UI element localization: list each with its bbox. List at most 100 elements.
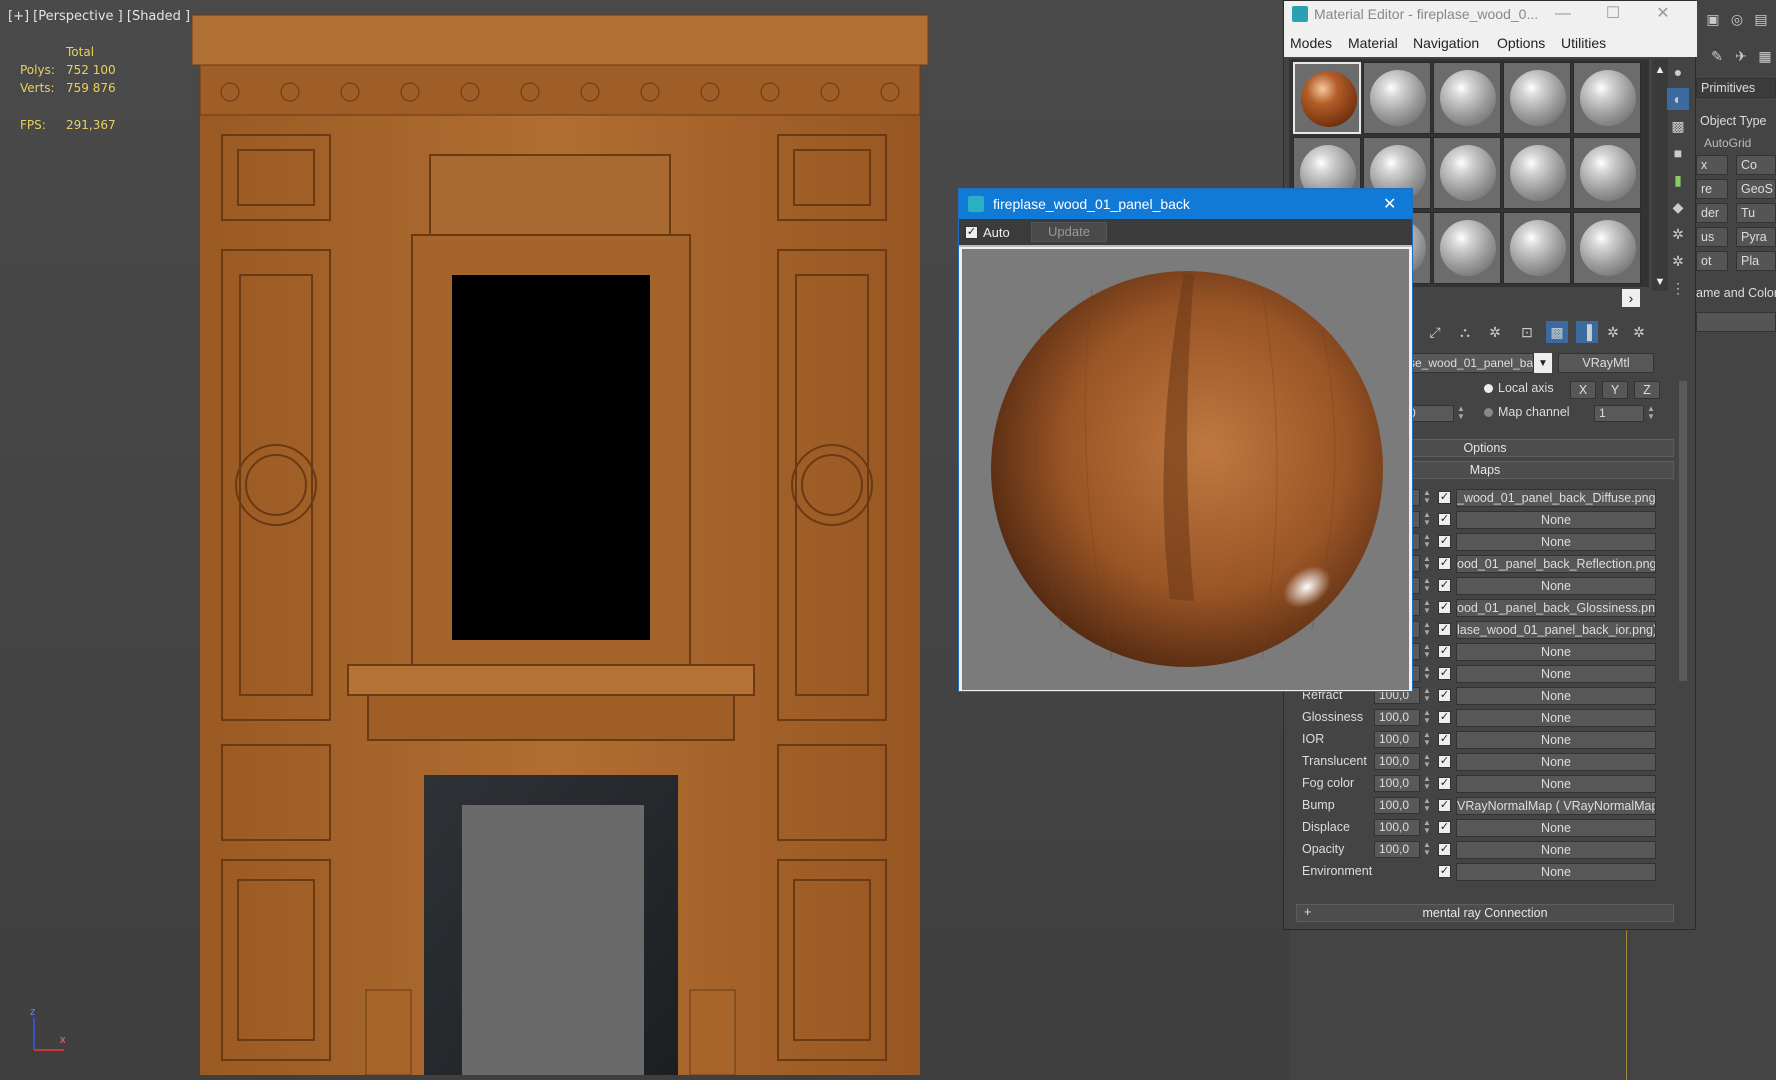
lights-icon[interactable]: ✎	[1706, 45, 1728, 67]
helpers-icon[interactable]: ▦	[1754, 45, 1776, 67]
sample-slot-2[interactable]	[1363, 62, 1431, 134]
menu-navigation[interactable]: Navigation	[1413, 35, 1479, 51]
sample-slot-15[interactable]	[1573, 212, 1641, 284]
map-channel-field[interactable]: 1	[1594, 405, 1644, 422]
cp-button-geosphere[interactable]: GeoS	[1736, 179, 1776, 199]
map-enable-checkbox[interactable]: ✓	[1438, 579, 1451, 592]
create-tab-icon[interactable]: ▣	[1702, 8, 1724, 30]
map-slot-button[interactable]: None	[1456, 665, 1656, 683]
select-by-material-icon[interactable]: ✲	[1667, 250, 1689, 272]
object-type-rollout[interactable]: Object Type	[1700, 114, 1766, 128]
map-enable-checkbox[interactable]: ✓	[1438, 601, 1451, 614]
rollout-expand-icon[interactable]: +	[1304, 905, 1311, 919]
get-material-icon[interactable]: ⤢	[1424, 321, 1446, 343]
map-enable-checkbox[interactable]: ✓	[1438, 821, 1451, 834]
map-amount-spinner[interactable]: ▲ ▼	[1422, 665, 1432, 682]
map-amount-field[interactable]: 100,0	[1374, 753, 1420, 770]
map-slot-button[interactable]: _wood_01_panel_back_Diffuse.png)	[1456, 489, 1656, 507]
material-map-navigator-icon[interactable]: ⋮	[1667, 277, 1689, 299]
modify-tab-icon[interactable]: ◎	[1726, 8, 1748, 30]
cameras-icon[interactable]: ✈	[1730, 45, 1752, 67]
cp-button-plane[interactable]: Pla	[1736, 251, 1776, 271]
map-slot-button[interactable]: ood_01_panel_back_Reflection.png)	[1456, 555, 1656, 573]
map-slot-button[interactable]: None	[1456, 841, 1656, 859]
sample-slot-14[interactable]	[1503, 212, 1571, 284]
map-slot-button[interactable]: None	[1456, 731, 1656, 749]
map-amount-field[interactable]: 100,0	[1374, 819, 1420, 836]
sample-slot-1[interactable]	[1293, 62, 1361, 134]
map-amount-field[interactable]: 100,0	[1374, 731, 1420, 748]
map-amount-spinner[interactable]: ▲ ▼	[1422, 555, 1432, 572]
map-enable-checkbox[interactable]: ✓	[1438, 843, 1451, 856]
slots-scrollbar[interactable]	[1652, 59, 1668, 291]
map-enable-checkbox[interactable]: ✓	[1438, 799, 1451, 812]
sample-slot-9[interactable]	[1503, 137, 1571, 209]
autogrid-checkbox[interactable]: AutoGrid	[1704, 136, 1751, 150]
mental-ray-rollout[interactable]: mental ray Connection	[1296, 904, 1674, 922]
map-enable-checkbox[interactable]: ✓	[1438, 623, 1451, 636]
viewport-label[interactable]: [+] [Perspective ] [Shaded ]	[8, 9, 190, 24]
map-amount-spinner[interactable]: ▲ ▼	[1422, 709, 1432, 726]
map-slot-button[interactable]: None	[1456, 687, 1656, 705]
axis-y-button[interactable]: Y	[1602, 381, 1628, 399]
map-amount-field[interactable]: 100,0	[1374, 797, 1420, 814]
map-slot-button[interactable]: None	[1456, 577, 1656, 595]
chevron-down-icon[interactable]: ▼	[1534, 353, 1552, 373]
video-color-check-icon[interactable]: ▮	[1667, 169, 1689, 191]
map-slot-button[interactable]: None	[1456, 709, 1656, 727]
map-amount-spinner[interactable]: ▲ ▼	[1422, 731, 1432, 748]
background-icon[interactable]: ▩	[1667, 115, 1689, 137]
map-amount-spinner[interactable]: ▲ ▼	[1422, 599, 1432, 616]
map-slot-button[interactable]: None	[1456, 511, 1656, 529]
map-slot-button[interactable]: None	[1456, 819, 1656, 837]
auto-checkbox[interactable]: ✓	[965, 226, 978, 239]
map-amount-spinner[interactable]: ▲ ▼	[1422, 819, 1432, 836]
map-amount-spinner[interactable]: ▲ ▼	[1422, 577, 1432, 594]
cp-button-box[interactable]: x	[1696, 155, 1728, 175]
update-button[interactable]: Update	[1031, 222, 1107, 242]
map-enable-checkbox[interactable]: ✓	[1438, 491, 1451, 504]
cp-button-cone[interactable]: Co	[1736, 155, 1776, 175]
cp-button-torus[interactable]: us	[1696, 227, 1728, 247]
menu-options[interactable]: Options	[1497, 35, 1545, 51]
map-slot-button[interactable]: lase_wood_01_panel_back_ior.png)	[1456, 621, 1656, 639]
sample-type-icon[interactable]: ●	[1667, 61, 1689, 83]
go-forward-sibling-icon[interactable]: ✲	[1628, 321, 1650, 343]
primitives-dropdown[interactable]: Primitives	[1696, 78, 1776, 98]
map-enable-checkbox[interactable]: ✓	[1438, 689, 1451, 702]
map-amount-spinner[interactable]: ▲ ▼	[1422, 775, 1432, 792]
sample-slot-10[interactable]	[1573, 137, 1641, 209]
map-slot-button[interactable]: None	[1456, 775, 1656, 793]
map-enable-checkbox[interactable]: ✓	[1438, 865, 1451, 878]
backlight-icon[interactable]: ◐	[1667, 88, 1689, 110]
map-amount-spinner[interactable]: ▲ ▼	[1422, 841, 1432, 858]
map-amount-spinner[interactable]: ▲ ▼	[1422, 687, 1432, 704]
local-axis-radio[interactable]	[1484, 384, 1493, 393]
show-end-result-icon[interactable]: ▐	[1576, 321, 1598, 343]
map-slot-button[interactable]: ood_01_panel_back_Glossiness.png)	[1456, 599, 1656, 617]
minimize-icon[interactable]: —	[1552, 3, 1574, 25]
cp-button-cylinder[interactable]: der	[1696, 203, 1728, 223]
map-channel-radio[interactable]	[1484, 408, 1493, 417]
map-amount-spinner[interactable]: ▲ ▼	[1422, 489, 1432, 506]
sample-uv-tiling-icon[interactable]: ■	[1667, 142, 1689, 164]
preview-render[interactable]	[962, 249, 1409, 690]
map-enable-checkbox[interactable]: ✓	[1438, 557, 1451, 570]
put-to-scene-icon[interactable]: ⛬	[1454, 321, 1476, 343]
maximize-icon[interactable]: ☐	[1602, 3, 1624, 25]
sample-slot-4[interactable]	[1503, 62, 1571, 134]
name-and-color-rollout[interactable]: ame and Color	[1696, 286, 1776, 300]
map-amount-spinner[interactable]: ▲ ▼	[1422, 511, 1432, 528]
map-enable-checkbox[interactable]: ✓	[1438, 777, 1451, 790]
cp-button-tube[interactable]: Tu	[1736, 203, 1776, 223]
close-icon[interactable]: ✕	[1652, 3, 1674, 25]
menu-modes[interactable]: Modes	[1290, 35, 1332, 51]
preview-titlebar[interactable]: fireplase_wood_01_panel_back ✕	[959, 189, 1412, 219]
menu-material[interactable]: Material	[1348, 35, 1398, 51]
map-amount-spinner[interactable]: ▲ ▼	[1422, 621, 1432, 638]
map-amount-spinner[interactable]: ▲ ▼	[1422, 643, 1432, 660]
map-enable-checkbox[interactable]: ✓	[1438, 733, 1451, 746]
show-map-in-viewport-icon[interactable]: ▩	[1546, 321, 1568, 343]
map-slot-button[interactable]: VRayNormalMap ( VRayNormalMap )	[1456, 797, 1656, 815]
axis-z-button[interactable]: Z	[1634, 381, 1660, 399]
